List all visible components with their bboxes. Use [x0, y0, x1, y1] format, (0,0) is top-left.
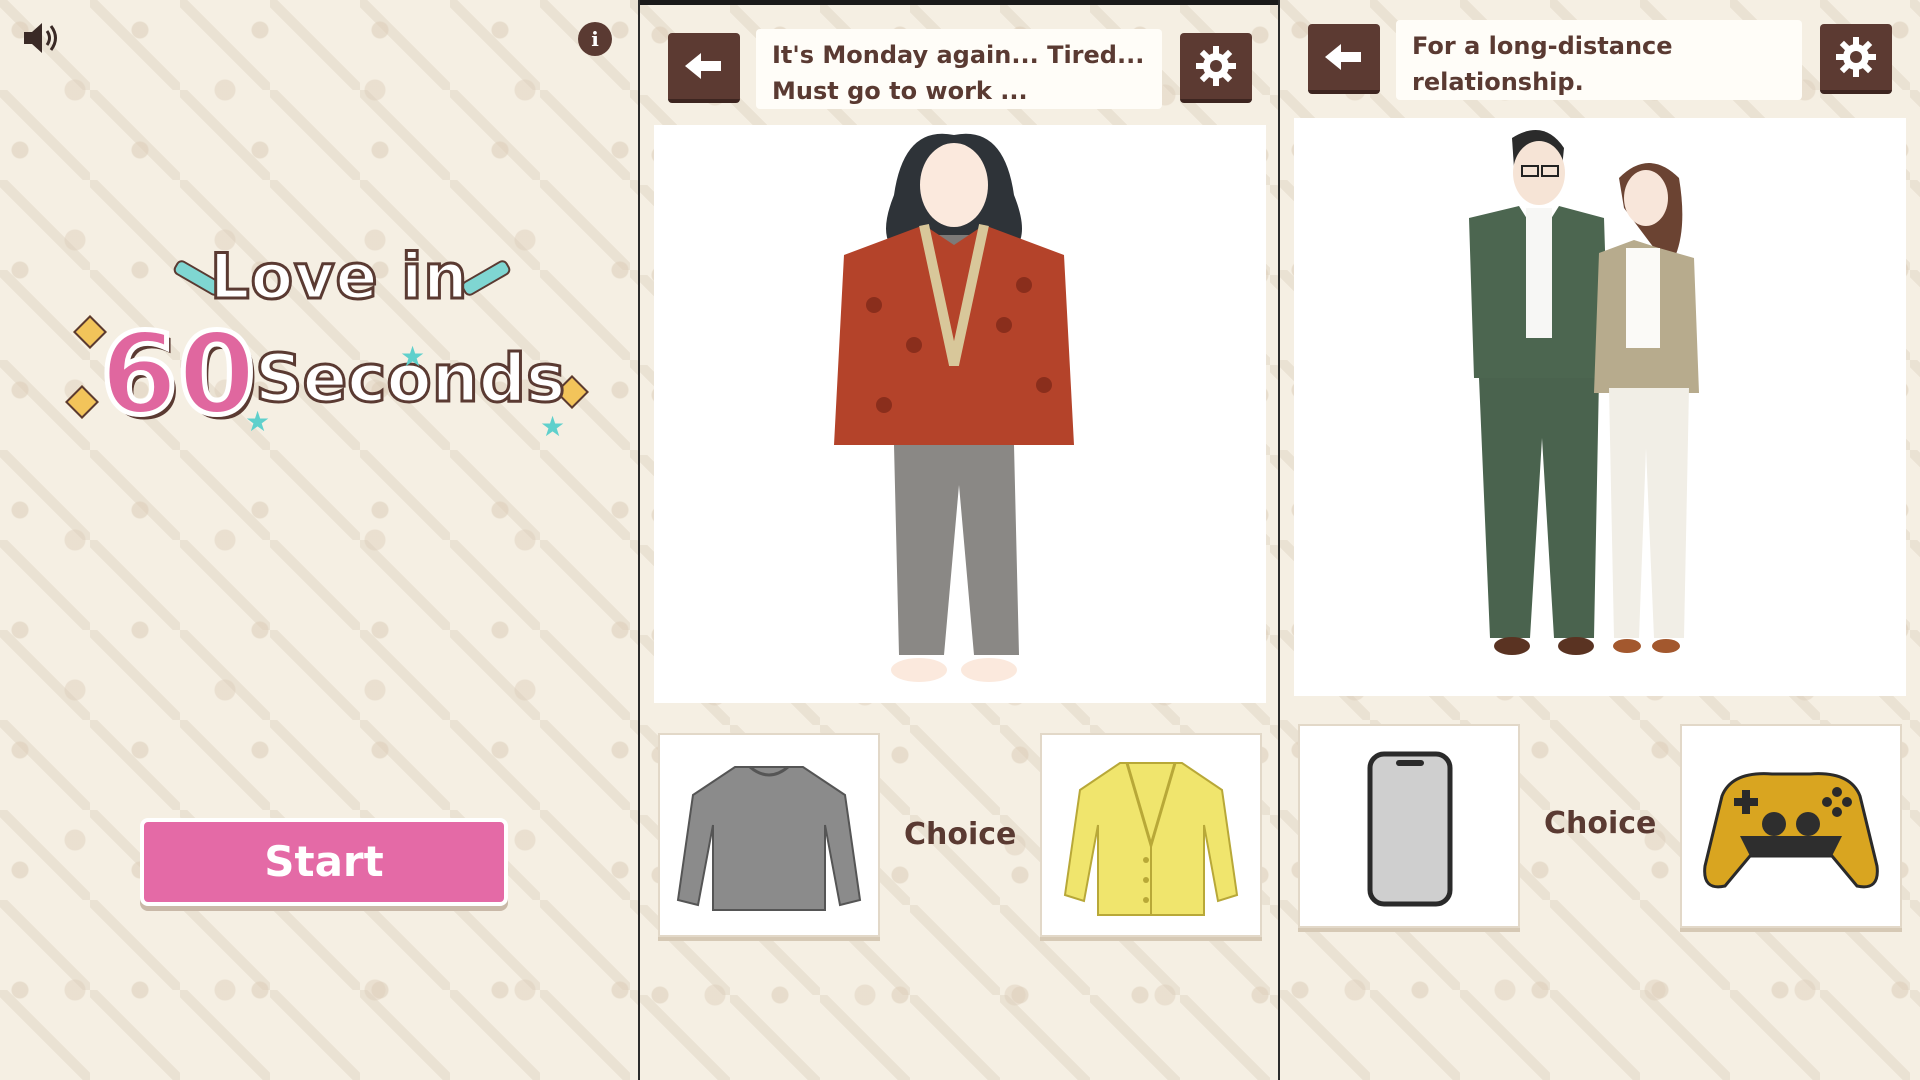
choice-label: Choice — [904, 817, 1017, 852]
settings-button[interactable] — [1180, 33, 1252, 103]
gear-icon — [1836, 37, 1876, 77]
dialog-box: It's Monday again... Tired... Must go to… — [756, 29, 1162, 109]
yellow-cardigan-icon — [1063, 762, 1239, 916]
arrow-left-icon — [685, 53, 721, 79]
smartphone-icon — [1367, 751, 1453, 907]
gear-icon — [1196, 46, 1236, 86]
logo-star-icon: ★ — [400, 340, 426, 373]
character-scene — [654, 125, 1266, 703]
title-screen-panel: i Love in 60 Seconds ★ ★ ★ Start — [0, 0, 640, 1080]
dialog-line: It's Monday again... Tired... — [772, 41, 1145, 69]
dialog-line: Must go to work ... — [772, 77, 1028, 105]
dialog-line: relationship. — [1412, 68, 1584, 96]
choice-label: Choice — [1544, 806, 1657, 841]
speaker-icon[interactable] — [20, 18, 66, 58]
gray-sweater-icon — [676, 765, 862, 911]
info-icon[interactable]: i — [578, 22, 612, 56]
couple-illustration — [1469, 130, 1699, 655]
back-button[interactable] — [668, 33, 740, 103]
couple-scene — [1294, 118, 1906, 696]
option-right-card[interactable] — [1040, 733, 1262, 937]
logo-line1: Love in — [209, 239, 470, 315]
arrow-left-icon — [1325, 44, 1361, 70]
start-button[interactable]: Start — [140, 818, 508, 906]
option-right-card[interactable] — [1680, 724, 1902, 928]
settings-button[interactable] — [1820, 24, 1892, 94]
game-logo: Love in 60 Seconds ★ ★ ★ — [60, 239, 590, 470]
dialog-line: For a long-distance — [1412, 32, 1673, 60]
logo-star-icon: ★ — [540, 410, 566, 443]
option-left-card[interactable] — [658, 733, 880, 937]
dialog-box: For a long-distance relationship. — [1396, 20, 1802, 100]
logo-number: 60 — [98, 308, 259, 443]
scene-monday-panel: It's Monday again... Tired... Must go to… — [640, 0, 1280, 1080]
tired-character-illustration — [834, 133, 1074, 682]
scene-long-distance-panel: For a long-distance relationship. Choice — [1280, 0, 1920, 1080]
back-button[interactable] — [1308, 24, 1380, 94]
logo-sparkle-diamond — [65, 385, 99, 419]
logo-star-icon: ★ — [245, 405, 271, 438]
game-controller-icon — [1703, 772, 1879, 889]
option-left-card[interactable] — [1298, 724, 1520, 928]
